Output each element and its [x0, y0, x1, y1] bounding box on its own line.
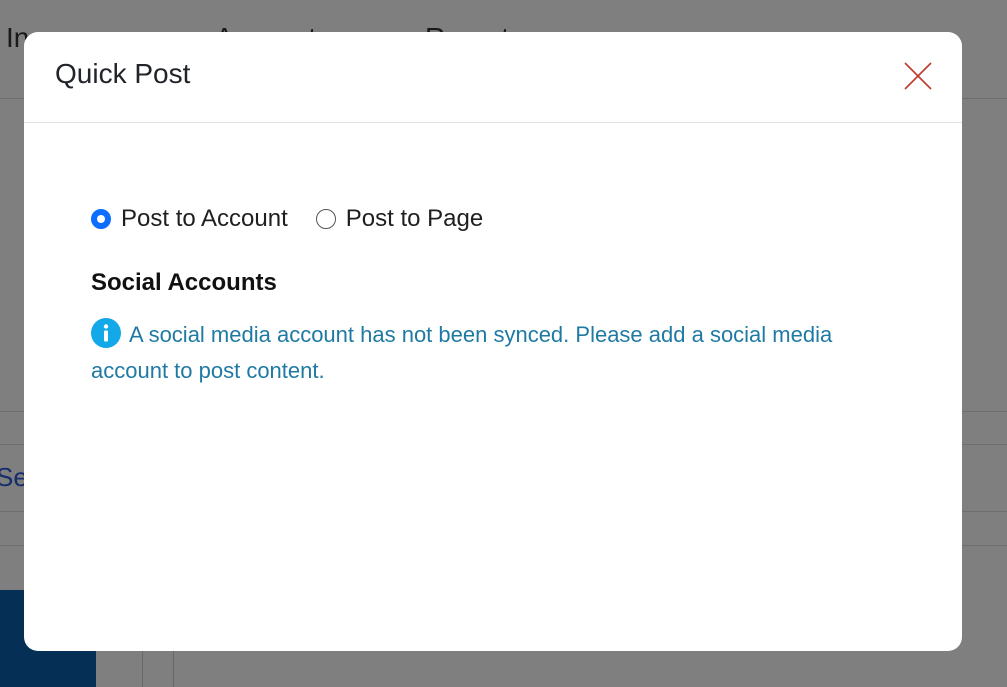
radio-button-checked[interactable] — [91, 209, 111, 229]
radio-label: Post to Account — [121, 205, 288, 232]
radio-button-unchecked[interactable] — [315, 209, 336, 229]
close-icon — [904, 62, 932, 90]
info-message-text: A social media account has not been sync… — [91, 322, 833, 383]
radio-label: Post to Page — [345, 205, 484, 232]
quick-post-modal: Quick Post Post to Account Post to Page … — [24, 32, 962, 651]
modal-header: Quick Post — [24, 32, 962, 123]
radio-post-to-account[interactable]: Post to Account — [91, 205, 288, 233]
section-title: Social Accounts — [91, 269, 277, 296]
close-button[interactable] — [902, 60, 934, 92]
radio-post-to-page[interactable]: Post to Page — [315, 205, 484, 233]
post-target-radio-group: Post to Account Post to Page — [91, 205, 511, 233]
info-icon — [91, 318, 121, 348]
modal-title: Quick Post — [55, 58, 191, 89]
info-message: A social media account has not been sync… — [91, 317, 881, 389]
